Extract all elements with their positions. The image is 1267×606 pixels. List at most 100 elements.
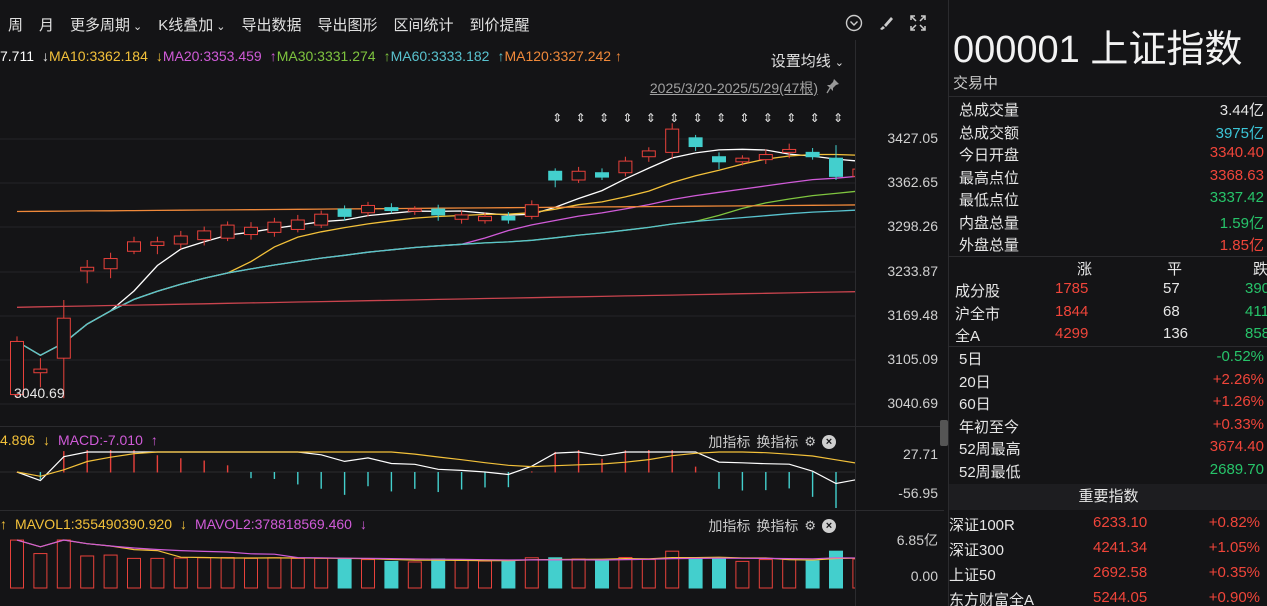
- price-tick: 3233.87: [887, 263, 938, 279]
- security-title: 000001 上证指数: [953, 29, 1243, 71]
- breadth-up: 4299: [1055, 325, 1089, 342]
- ma60-value: ↑MA60:3333.182: [384, 48, 490, 68]
- axis-separator: [855, 40, 856, 606]
- candle-body: [337, 208, 352, 217]
- volume-bar: [267, 557, 282, 589]
- macd-dea-line: [16, 451, 855, 477]
- quote-row: 最高点位 3368.63: [959, 167, 1264, 189]
- close-icon[interactable]: ×: [822, 435, 836, 449]
- breadth-label: 沪全市: [955, 305, 1001, 323]
- candle-body: [548, 170, 563, 181]
- volume-add-indicator[interactable]: 加指标: [708, 516, 750, 536]
- price-tick: 3105.09: [887, 351, 938, 367]
- volume-switch-indicator[interactable]: 换指标: [756, 516, 798, 536]
- close-icon[interactable]: ×: [822, 519, 836, 533]
- chevron-down-icon: ⌄: [133, 20, 143, 33]
- trading-status: 交易中: [953, 75, 999, 92]
- ma-settings-button[interactable]: 设置均线 ⌄: [771, 50, 844, 71]
- volume-bar: [220, 556, 235, 589]
- volume-plot[interactable]: [0, 536, 855, 602]
- key-indices-header: 重要指数: [949, 484, 1267, 510]
- volume-bar: [852, 558, 855, 589]
- candle-body: [290, 219, 305, 230]
- mavol2-arrow: ↓: [179, 516, 187, 532]
- index-row[interactable]: 上证50 2692.58 +0.35%: [949, 564, 1267, 588]
- candle-body: [618, 160, 633, 174]
- quote-value: 3.44亿: [1219, 102, 1264, 119]
- quote-label: 最高点位: [959, 169, 1020, 187]
- gear-icon[interactable]: ⚙: [804, 434, 816, 450]
- expand-icon[interactable]: [908, 14, 928, 34]
- macd-add-indicator[interactable]: 加指标: [708, 432, 750, 452]
- breadth-up: 1844: [1055, 302, 1089, 320]
- toolbar-range-stats[interactable]: 区间统计: [386, 14, 462, 35]
- toolbar-export-image[interactable]: 导出图形: [310, 14, 386, 35]
- volume-bar: [244, 557, 258, 589]
- index-name: 深证300: [949, 542, 1005, 559]
- toolbar-kline-overlay[interactable]: K线叠加 ⌄: [150, 14, 233, 35]
- index-row[interactable]: 深证100R 6233.10 +0.82%: [949, 514, 1267, 538]
- index-price: 2692.58: [1093, 564, 1148, 581]
- chart-toolbar: 周 月 更多周期 ⌄ K线叠加 ⌄ 导出数据 导出图形 区间统计 到价提醒: [0, 10, 944, 38]
- candle-body: [758, 154, 773, 161]
- volume-bar: [782, 559, 797, 589]
- candle-body: [150, 241, 165, 246]
- volume-bar: [829, 550, 843, 589]
- performance-label: 20日: [959, 373, 991, 391]
- volume-bar: [361, 559, 375, 589]
- toolbar-week[interactable]: 周: [0, 14, 31, 35]
- toolbar-month[interactable]: 月: [31, 14, 62, 35]
- volume-bar: [501, 560, 516, 589]
- volume-bar: [548, 557, 563, 589]
- index-name: 东方财富全A: [949, 592, 1035, 606]
- chart-area[interactable]: 周 月 更多周期 ⌄ K线叠加 ⌄ 导出数据 导出图形 区间统计 到价提醒 7.71…: [0, 0, 944, 606]
- candlestick-plot[interactable]: ⇕⇕⇕⇕⇕⇕⇕⇕⇕⇕⇕⇕⇕⇕: [0, 100, 855, 420]
- ma10-label: MA10:3362.184: [49, 48, 148, 64]
- candle-body: [735, 157, 750, 163]
- candle-body: [478, 215, 492, 222]
- pin-icon[interactable]: [826, 78, 840, 94]
- macd-tick: 27.71: [902, 446, 938, 462]
- quote-label: 总成交量: [959, 102, 1020, 119]
- toolbar-more-periods[interactable]: 更多周期 ⌄: [62, 14, 150, 35]
- candle-body: [431, 208, 446, 216]
- quote-value: 3340.40: [1209, 144, 1264, 161]
- gear-icon[interactable]: ⚙: [804, 518, 816, 534]
- chevron-down-icon: ⌄: [834, 57, 844, 69]
- toolbar-price-alert[interactable]: 到价提醒: [462, 14, 538, 35]
- panel-collapse-handle[interactable]: [940, 420, 948, 446]
- toolbar-export-data[interactable]: 导出数据: [234, 14, 310, 35]
- index-row[interactable]: 东方财富全A 5244.05 +0.90%: [949, 589, 1267, 606]
- volume-bar: [431, 558, 446, 589]
- volume-bar: [384, 560, 399, 589]
- macd-tick: -56.95: [898, 485, 938, 501]
- volume-tools: 加指标 换指标 ⚙ ×: [708, 516, 836, 536]
- volume-bar: [127, 557, 141, 589]
- performance-row: 5日 -0.52%: [959, 348, 1264, 370]
- brush-icon[interactable]: [876, 14, 896, 34]
- volume-separator: [0, 510, 944, 511]
- performance-value: +2.26%: [1212, 370, 1264, 388]
- limit-marker: ⇕: [669, 111, 679, 125]
- panel-divider: [949, 96, 1267, 97]
- candle-body: [314, 213, 329, 226]
- limit-marker: ⇕: [599, 111, 609, 125]
- quote-value: 3368.63: [1209, 166, 1264, 184]
- breadth-up: 1785: [1055, 280, 1089, 297]
- macd-plot[interactable]: [0, 450, 855, 508]
- candle-body: [127, 241, 141, 252]
- date-range-label[interactable]: 2025/3/20-2025/5/29(47根): [650, 78, 818, 98]
- breadth-flat: 57: [1163, 280, 1180, 297]
- chevron-circle-icon[interactable]: [844, 14, 864, 34]
- ma20-value: ↓MA20:3353.459: [156, 48, 262, 68]
- volume-bar: [454, 559, 469, 589]
- ma60-label: MA60:3333.182: [390, 48, 490, 64]
- volume-bar: [805, 560, 820, 589]
- quote-row: 内盘总量 1.59亿: [959, 212, 1264, 234]
- candle-body: [454, 214, 469, 220]
- index-row[interactable]: 深证300 4241.34 +1.05%: [949, 539, 1267, 563]
- volume-legend: ↑ MAVOL1:355490390.920 ↓ MAVOL2:37881856…: [0, 516, 367, 532]
- volume-bar: [735, 560, 750, 589]
- macd-switch-indicator[interactable]: 换指标: [756, 432, 798, 452]
- performance-value: 2689.70: [1209, 460, 1264, 478]
